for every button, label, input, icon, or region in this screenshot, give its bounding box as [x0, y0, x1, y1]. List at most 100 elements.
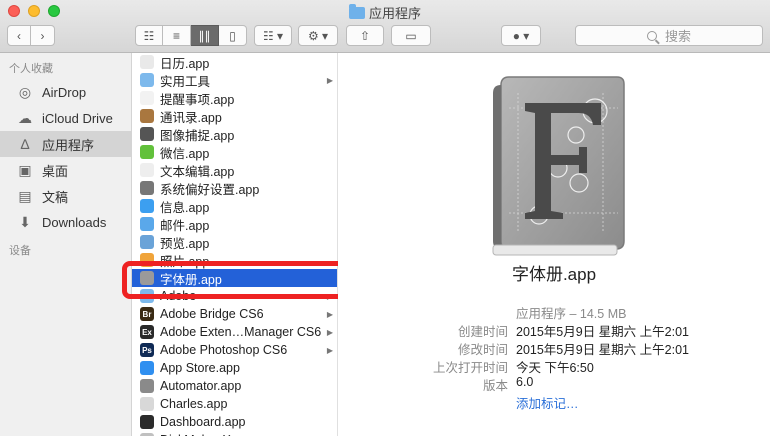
- file-row[interactable]: 实用工具 ▶: [132, 71, 337, 89]
- sidebar-header-devices: 设备: [9, 245, 31, 257]
- window-title: 应用程序: [0, 3, 770, 22]
- highlight-annotation: [122, 261, 346, 299]
- preview-pane: 字体册.app 应用程序 – 14.5 MB 创建时间 2015年5月9日 星期六…: [338, 53, 770, 436]
- file-row[interactable]: 文本编辑.app: [132, 161, 337, 179]
- file-row[interactable]: Automator.app: [132, 377, 337, 395]
- file-row[interactable]: 图像捕捉.app: [132, 125, 337, 143]
- charles-icon: [140, 397, 154, 411]
- file-row[interactable]: 系统偏好设置.app: [132, 179, 337, 197]
- chevron-right-icon: ›: [40, 28, 45, 43]
- sidebar-item-desktop[interactable]: ▣ 桌面: [0, 157, 131, 183]
- file-row[interactable]: 通讯录.app: [132, 107, 337, 125]
- quicklook-icon: ● ▾: [512, 28, 530, 43]
- dashboard-icon: [140, 415, 154, 429]
- calendar-icon: [140, 55, 154, 69]
- file-row[interactable]: Ps Adobe Photoshop CS6 ▶: [132, 341, 337, 359]
- share-icon: ⇧: [359, 28, 371, 43]
- file-row-label: Adobe Photoshop CS6: [160, 343, 288, 357]
- disclosure-arrow-icon: ▶: [326, 345, 333, 355]
- file-row-label: 实用工具: [160, 74, 211, 89]
- mail-icon: [140, 217, 154, 231]
- chevron-left-icon: ‹: [17, 28, 21, 43]
- arrange-button[interactable]: ☷ ▾: [254, 25, 292, 46]
- arrange-grid-icon: ☷ ▾: [262, 28, 284, 43]
- list-view-button[interactable]: ≡: [163, 25, 191, 46]
- automator-icon: [140, 379, 154, 393]
- column-view-icon: ∥∥: [198, 28, 211, 43]
- wechat-icon: [140, 145, 154, 159]
- finder-window: 应用程序 ‹ › ☷ ≡ ∥∥ ▯ ☷ ▾ ⚙ ▾ ⇧ ▭ ● ▾ 搜索 个人收…: [0, 0, 770, 436]
- file-row[interactable]: Ex Adobe Exten…Manager CS6 ▶: [132, 323, 337, 341]
- file-row[interactable]: DiskMaker X.app: [132, 431, 337, 436]
- file-row-label: 日历.app: [160, 56, 210, 71]
- extension-manager-icon: Ex: [140, 325, 154, 339]
- disclosure-arrow-icon: ▶: [326, 309, 333, 319]
- file-row-label: 邮件.app: [160, 218, 210, 233]
- preview-filename: 字体册.app: [511, 265, 597, 284]
- meta-row-version: 版本 6.0: [482, 375, 534, 393]
- forward-button[interactable]: ›: [31, 25, 55, 46]
- fontbook-large-icon: [492, 76, 625, 256]
- cloud-icon: ☁: [18, 109, 32, 126]
- photoshop-icon: Ps: [140, 343, 154, 357]
- file-row-label: 预览.app: [160, 236, 210, 251]
- file-row-label: 通讯录.app: [160, 110, 222, 125]
- file-row-label: Dashboard.app: [160, 415, 246, 429]
- folder-icon: [140, 73, 154, 87]
- tag-button[interactable]: ▭: [391, 25, 431, 46]
- quicklook-button[interactable]: ● ▾: [501, 25, 541, 46]
- appstore-icon: [140, 361, 154, 375]
- file-row-label: Charles.app: [160, 397, 228, 411]
- sidebar-item-applications[interactable]: ∆ 应用程序: [0, 131, 131, 157]
- file-row[interactable]: Charles.app: [132, 395, 337, 413]
- contacts-icon: [140, 109, 154, 123]
- file-row-label: 提醒事项.app: [160, 92, 235, 107]
- meta-row-last-opened: 上次打开时间 今天 下午6:50: [432, 361, 594, 375]
- add-tags-link[interactable]: 添加标记…: [516, 393, 579, 411]
- view-mode-control: ☷ ≡ ∥∥ ▯: [135, 25, 247, 46]
- title-bar: 应用程序 ‹ › ☷ ≡ ∥∥ ▯ ☷ ▾ ⚙ ▾ ⇧ ▭ ● ▾ 搜索: [0, 0, 770, 53]
- coverflow-view-icon: ▯: [229, 28, 236, 43]
- file-row[interactable]: Dashboard.app: [132, 413, 337, 431]
- folder-icon: [348, 4, 365, 19]
- file-row[interactable]: 日历.app: [132, 53, 337, 71]
- file-row[interactable]: 信息.app: [132, 197, 337, 215]
- file-row[interactable]: 邮件.app: [132, 215, 337, 233]
- tag-icon: ▭: [405, 28, 417, 43]
- action-button[interactable]: ⚙ ▾: [298, 25, 338, 46]
- back-button[interactable]: ‹: [7, 25, 31, 46]
- desktop-icon: ▣: [18, 161, 32, 178]
- file-row-label: Automator.app: [160, 379, 242, 393]
- file-row[interactable]: App Store.app: [132, 359, 337, 377]
- file-row-label: 图像捕捉.app: [160, 128, 235, 143]
- search-field[interactable]: 搜索: [575, 25, 763, 46]
- coverflow-view-button[interactable]: ▯: [219, 25, 247, 46]
- file-row[interactable]: 提醒事项.app: [132, 89, 337, 107]
- gear-icon: ⚙ ▾: [307, 28, 329, 43]
- file-column: 日历.app 实用工具 ▶ 提醒事项.app 通讯录.app 图像捕捉.app 微信.app…: [132, 53, 338, 436]
- bridge-icon: Br: [140, 307, 154, 321]
- share-button[interactable]: ⇧: [346, 25, 384, 46]
- icon-view-icon: ☷: [143, 28, 155, 43]
- sidebar-item-downloads[interactable]: ⬇ Downloads: [0, 209, 131, 235]
- sidebar-item-icloud[interactable]: ☁ iCloud Drive: [0, 105, 131, 131]
- file-row-label: App Store.app: [160, 361, 240, 375]
- disclosure-arrow-icon: ▶: [326, 327, 333, 337]
- documents-icon: ▤: [18, 187, 32, 204]
- meta-row-modified: 修改时间 2015年5月9日 星期六 上午2:01: [457, 343, 689, 357]
- textedit-icon: [140, 163, 154, 177]
- applications-icon: ∆: [20, 136, 30, 152]
- file-row[interactable]: 微信.app: [132, 143, 337, 161]
- sidebar-item-documents[interactable]: ▤ 文稿: [0, 183, 131, 209]
- sidebar-item-airdrop[interactable]: ◎ AirDrop: [0, 79, 131, 105]
- messages-icon: [140, 199, 154, 213]
- file-row[interactable]: Br Adobe Bridge CS6 ▶: [132, 305, 337, 323]
- nav-buttons: ‹ ›: [7, 25, 55, 46]
- file-row[interactable]: 预览.app: [132, 233, 337, 251]
- column-view-button[interactable]: ∥∥: [191, 25, 219, 46]
- disclosure-arrow-icon: ▶: [326, 75, 333, 85]
- file-row-label: 文本编辑.app: [160, 164, 235, 179]
- airdrop-icon: ◎: [18, 83, 32, 100]
- icon-view-button[interactable]: ☷: [135, 25, 163, 46]
- list-view-icon: ≡: [172, 28, 180, 43]
